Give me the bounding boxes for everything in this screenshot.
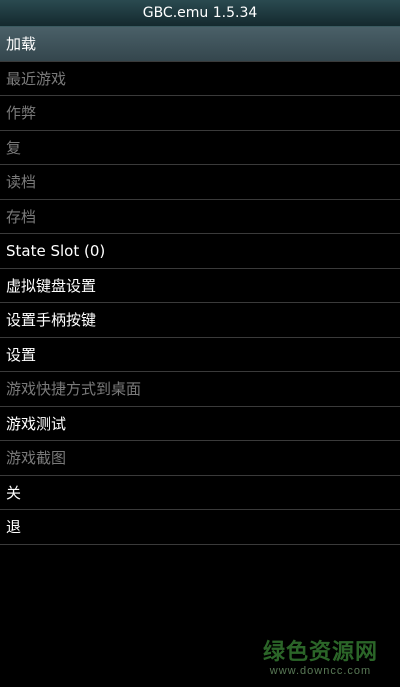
menu-item-label: 加载 (6, 35, 37, 54)
menu-item-label: 存档 (6, 207, 37, 226)
menu-item-label: 最近游戏 (6, 69, 67, 88)
menu-item-virtual-keyboard-settings[interactable]: 虚拟键盘设置 (0, 269, 400, 303)
menu-item-cheats[interactable]: 作弊 (0, 96, 400, 131)
menu-item-label: 设置手柄按键 (6, 311, 97, 330)
menu-item-label: 退 (6, 518, 22, 537)
watermark: 绿色资源网 www.downcc.com (263, 639, 378, 677)
watermark-url: www.downcc.com (269, 665, 372, 677)
menu-item-screenshot[interactable]: 游戏截图 (0, 441, 400, 476)
menu-item-label: 作弊 (6, 104, 37, 123)
menu-item-label: 读档 (6, 173, 37, 192)
menu-item-recent-games[interactable]: 最近游戏 (0, 62, 400, 96)
menu-item-exit[interactable]: 退 (0, 510, 400, 545)
menu-item-settings[interactable]: 设置 (0, 338, 400, 372)
menu-item-label: 设置 (6, 345, 37, 364)
watermark-logo: 绿色资源网 (262, 639, 378, 665)
menu-item-load-state[interactable]: 读档 (0, 165, 400, 200)
main-menu: 加载 最近游戏 作弊 复 读档 存档 State Slot (0) 虚拟键盘设置… (0, 27, 400, 545)
menu-item-label: 关 (6, 483, 22, 502)
menu-item-close[interactable]: 关 (0, 476, 400, 510)
menu-item-label: 游戏截图 (6, 449, 67, 468)
menu-item-label: 游戏快捷方式到桌面 (6, 380, 142, 399)
menu-item-gamepad-keys[interactable]: 设置手柄按键 (0, 303, 400, 338)
menu-item-reset[interactable]: 复 (0, 131, 400, 165)
menu-item-label: State Slot (0) (6, 241, 106, 260)
menu-item-game-test[interactable]: 游戏测试 (0, 407, 400, 441)
title-bar: GBC.emu 1.5.34 (0, 0, 400, 27)
menu-item-load[interactable]: 加载 (0, 27, 400, 62)
menu-item-state-slot[interactable]: State Slot (0) (0, 234, 400, 269)
menu-item-save-state[interactable]: 存档 (0, 200, 400, 234)
app-title: GBC.emu 1.5.34 (142, 5, 258, 21)
menu-item-label: 虚拟键盘设置 (6, 276, 97, 295)
menu-item-label: 复 (6, 138, 22, 157)
menu-item-desktop-shortcut[interactable]: 游戏快捷方式到桌面 (0, 372, 400, 407)
menu-item-label: 游戏测试 (6, 414, 67, 433)
